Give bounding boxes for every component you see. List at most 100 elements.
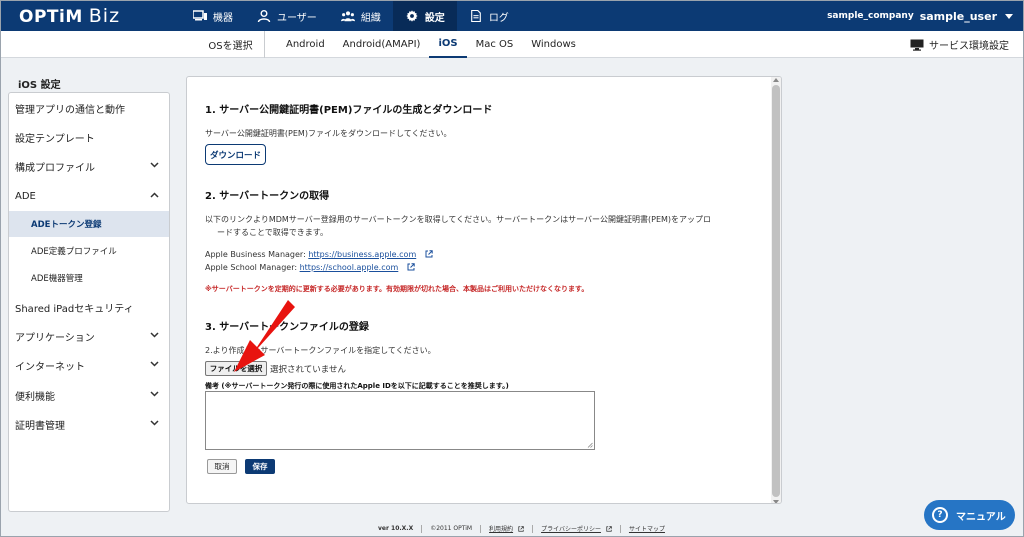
- annotation-arrow-icon: [234, 300, 295, 372]
- footer-link-privacy[interactable]: プライバシーポリシー: [541, 524, 612, 533]
- sidebar-item-label: ADE: [15, 190, 36, 202]
- footer-copyright: ©2011 OPTiM: [430, 525, 473, 532]
- external-link-icon[interactable]: [425, 250, 433, 258]
- main-nav: 機器 ユーザー 組織 設定 ログ: [181, 1, 521, 31]
- chevron-down-icon: [150, 420, 159, 426]
- os-tabs: Android Android(AMAPI) iOS Mac OS Window…: [277, 31, 585, 58]
- footer-divider: [421, 524, 423, 533]
- footer-link-label: プライバシーポリシー: [541, 526, 601, 533]
- tab-macos[interactable]: Mac OS: [467, 31, 523, 58]
- sidebar-item-label: インターネット: [15, 361, 85, 373]
- section-description: 以下のリンクよりMDMサーバー登録用のサーバートークンを取得してください。サーバ…: [205, 215, 712, 224]
- sidebar-item-label: 構成プロファイル: [15, 162, 95, 174]
- sidebar-item-label: 管理アプリの通信と動作: [15, 104, 125, 116]
- asm-link[interactable]: https://school.apple.com: [300, 263, 399, 272]
- organization-icon: [340, 11, 355, 22]
- nav-item-users[interactable]: ユーザー: [245, 1, 329, 31]
- nav-item-devices[interactable]: 機器: [181, 1, 245, 31]
- nav-item-logs[interactable]: ログ: [457, 1, 521, 31]
- footer-divider: [532, 524, 534, 533]
- sidebar: 管理アプリの通信と動作 設定テンプレート 構成プロファイル ADE ADEトーク…: [8, 92, 170, 512]
- nav-item-settings[interactable]: 設定: [392, 1, 457, 31]
- resize-grip-icon[interactable]: [587, 442, 593, 448]
- sidebar-item-label: Shared iPadセキュリティ: [15, 303, 134, 315]
- sidebar-item-label: ADEトークン登録: [31, 220, 102, 230]
- abm-link[interactable]: https://business.apple.com: [308, 250, 416, 259]
- sidebar-item-label: 設定テンプレート: [15, 133, 95, 145]
- sidebar-title: iOS 設定: [18, 80, 61, 91]
- account-menu[interactable]: sample_company sample_user: [827, 1, 1013, 31]
- sidebar-item-label: ADE機器管理: [31, 274, 83, 284]
- sidebar-item-ade-token[interactable]: ADEトークン登録: [9, 211, 169, 237]
- user-name: sample_user: [919, 9, 997, 23]
- sidebar-item-label: アプリケーション: [15, 332, 95, 344]
- service-env-link[interactable]: サービス環境設定: [910, 31, 1009, 58]
- sidebar-item-templates[interactable]: 設定テンプレート: [9, 123, 169, 151]
- tab-ios[interactable]: iOS: [429, 31, 467, 58]
- os-select-label: OSを選択: [197, 31, 265, 58]
- tab-android[interactable]: Android: [277, 31, 334, 58]
- footer-version: ver 10.X.X: [378, 525, 414, 532]
- log-icon: [470, 10, 481, 22]
- chevron-down-icon: [150, 391, 159, 397]
- company-name: sample_company: [827, 11, 914, 21]
- scroll-down-arrow-icon[interactable]: [773, 500, 779, 503]
- footer-link-sitemap[interactable]: サイトマップ: [629, 524, 665, 533]
- sidebar-item-applications[interactable]: アプリケーション: [9, 322, 169, 350]
- note-label: 備考 (※サーバートークン発行の際に使用されたApple IDを以下に記載するこ…: [205, 382, 509, 390]
- external-link-icon[interactable]: [407, 263, 415, 271]
- scrollbar-thumb[interactable]: [772, 85, 780, 497]
- footer-link-label: 利用規約: [489, 526, 514, 533]
- footer-divider: [480, 524, 482, 533]
- scrollbar[interactable]: [771, 77, 781, 503]
- sidebar-item-shared-ipad[interactable]: Shared iPadセキュリティ: [9, 293, 169, 321]
- cancel-button[interactable]: 取消: [207, 459, 237, 474]
- monitor-icon: [910, 39, 924, 51]
- sidebar-item-ade-profile[interactable]: ADE定義プロファイル: [9, 238, 169, 264]
- sidebar-item-label: 証明書管理: [15, 420, 65, 432]
- manual-button[interactable]: ? マニュアル: [924, 500, 1015, 530]
- main-panel: 1. サーバー公開鍵証明書(PEM)ファイルの生成とダウンロード サーバー公開鍵…: [186, 76, 782, 504]
- external-link-icon: [606, 525, 612, 532]
- footer-divider: [619, 524, 621, 533]
- sidebar-item-ade[interactable]: ADE: [9, 182, 169, 210]
- save-button[interactable]: 保存: [245, 459, 275, 474]
- logo-brand: OPTiM: [19, 7, 83, 27]
- service-env-label: サービス環境設定: [929, 41, 1009, 52]
- section-title-token: 2. サーバートークンの取得: [205, 191, 330, 202]
- note-textarea[interactable]: [205, 391, 595, 450]
- chevron-up-icon: [150, 192, 159, 198]
- nav-label: 組織: [360, 12, 381, 24]
- section-description-cont: ードすることで取得できます。: [217, 228, 328, 237]
- sidebar-item-certificates[interactable]: 証明書管理: [9, 410, 169, 438]
- gear-icon: [406, 10, 418, 22]
- tab-windows[interactable]: Windows: [522, 31, 585, 58]
- logo-product: Biz: [88, 5, 121, 27]
- sidebar-item-label: ADE定義プロファイル: [31, 247, 117, 257]
- caret-down-icon: [1005, 13, 1013, 19]
- download-button[interactable]: ダウンロード: [205, 144, 266, 165]
- sidebar-item-ade-devices[interactable]: ADE機器管理: [9, 265, 169, 291]
- os-selector-bar: OSを選択 Android Android(AMAPI) iOS Mac OS …: [1, 31, 1023, 58]
- section-description: サーバー公開鍵証明書(PEM)ファイルをダウンロードしてください。: [205, 129, 452, 138]
- scroll-up-arrow-icon[interactable]: [773, 78, 779, 82]
- sidebar-item-app-comm[interactable]: 管理アプリの通信と動作: [9, 94, 169, 122]
- sidebar-item-config-profile[interactable]: 構成プロファイル: [9, 152, 169, 180]
- token-expiry-warning: ※サーバートークンを定期的に更新する必要があります。有効期限が切れた場合、本製品…: [205, 285, 589, 293]
- sidebar-item-internet[interactable]: インターネット: [9, 351, 169, 379]
- asm-label: Apple School Manager:: [205, 263, 300, 272]
- help-icon: ?: [932, 507, 948, 523]
- nav-item-organization[interactable]: 組織: [329, 1, 393, 31]
- nav-label: 設定: [424, 12, 445, 24]
- tab-android-amapi[interactable]: Android(AMAPI): [334, 31, 430, 58]
- footer-link-terms[interactable]: 利用規約: [489, 524, 524, 533]
- chevron-down-icon: [150, 162, 159, 168]
- user-icon: [257, 10, 271, 22]
- top-navbar: OPTiM Biz 機器 ユーザー 組織 設定 ログ sample_company…: [1, 1, 1023, 31]
- abm-row: Apple Business Manager: https://business…: [205, 250, 433, 259]
- app-logo[interactable]: OPTiM Biz: [19, 5, 120, 27]
- sidebar-item-utilities[interactable]: 便利機能: [9, 381, 169, 409]
- manual-button-label: マニュアル: [956, 511, 1006, 523]
- sidebar-item-label: 便利機能: [15, 391, 55, 403]
- footer-link-label: サイトマップ: [628, 526, 665, 533]
